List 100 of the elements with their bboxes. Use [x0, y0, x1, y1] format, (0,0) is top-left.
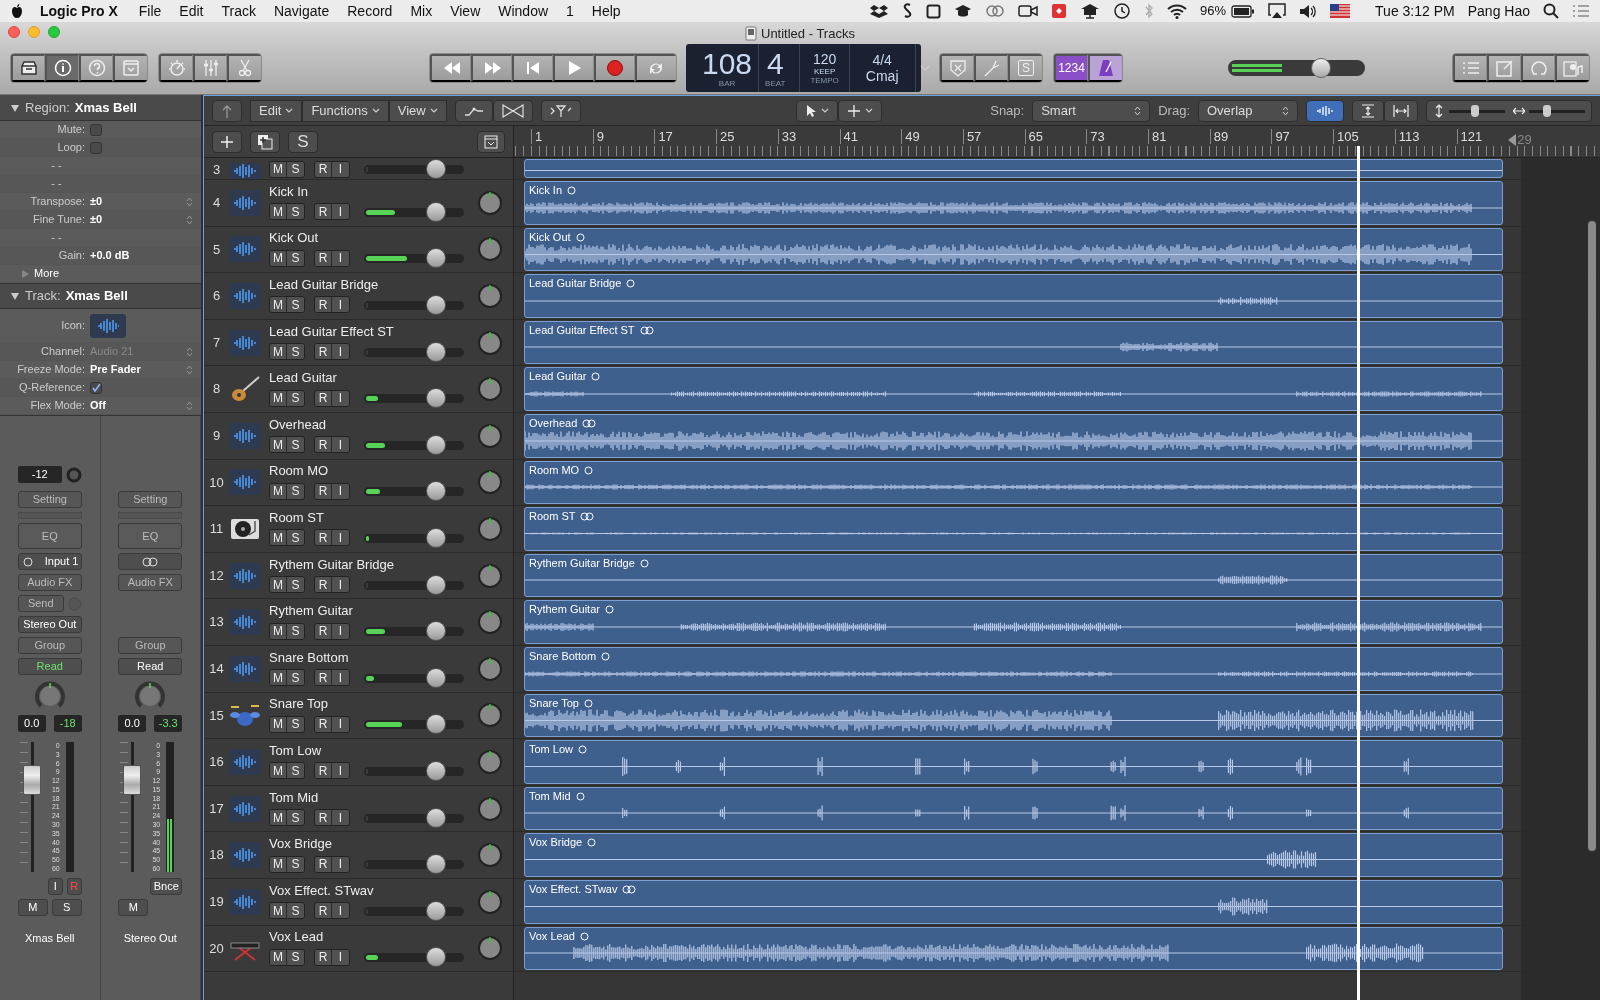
volume-fader[interactable] — [364, 341, 464, 362]
audio-region[interactable]: Overhead — [524, 413, 1503, 458]
fader-thumb[interactable] — [426, 854, 446, 875]
record-enable-button[interactable]: R — [315, 903, 332, 919]
checkbox[interactable] — [90, 123, 102, 136]
checkbox[interactable] — [90, 141, 102, 154]
go-to-start-button[interactable] — [512, 54, 553, 82]
wifi-icon[interactable] — [1167, 3, 1188, 19]
fader-thumb[interactable] — [426, 900, 446, 921]
mute-button[interactable]: M — [270, 344, 287, 360]
solo-button[interactable]: S — [288, 130, 318, 153]
solo-button[interactable]: S — [287, 670, 304, 686]
input-monitor-button[interactable]: I — [332, 903, 349, 919]
input-button[interactable] — [118, 553, 183, 570]
audio-fx-button[interactable]: Audio FX — [17, 574, 82, 591]
pan-knob[interactable] — [477, 842, 503, 869]
input-monitor-button[interactable]: I — [332, 623, 349, 639]
solo-button[interactable]: S — [287, 763, 304, 779]
record-enable-button[interactable]: R — [315, 390, 332, 406]
menu-item[interactable]: Record — [338, 0, 402, 22]
audio-region[interactable]: Tom Low — [524, 740, 1503, 784]
track-name[interactable]: Room ST — [269, 509, 477, 525]
input-monitor-button[interactable]: I — [332, 250, 349, 266]
pan-knob[interactable] — [477, 748, 503, 775]
track-name[interactable]: Lead Guitar Bridge — [269, 277, 477, 292]
input-gain-field[interactable]: -12 — [17, 466, 62, 483]
solo-button[interactable]: S — [287, 344, 304, 360]
close-button[interactable] — [8, 26, 20, 38]
playhead[interactable] — [1356, 146, 1360, 1000]
note-pads-button[interactable] — [1487, 54, 1521, 82]
solo-button[interactable]: S — [287, 903, 304, 919]
audio-region[interactable]: Kick Out — [524, 227, 1503, 272]
input-monitor-button[interactable]: I — [332, 390, 349, 406]
send-button[interactable]: Send — [17, 595, 64, 612]
mute-button[interactable]: M — [270, 949, 287, 965]
fader-cap[interactable] — [123, 764, 142, 795]
audio-region[interactable]: Vox Lead — [524, 926, 1503, 971]
replace-button[interactable] — [940, 54, 974, 82]
mute-button[interactable]: M — [270, 483, 287, 499]
setting-button[interactable]: Setting — [17, 491, 82, 508]
eq-button[interactable]: EQ — [118, 523, 183, 549]
menu-item[interactable]: Mix — [401, 0, 442, 22]
volume-fader[interactable] — [364, 434, 464, 455]
tuner-button[interactable] — [974, 54, 1008, 82]
quick-help-button[interactable] — [79, 54, 113, 82]
volume-fader[interactable] — [364, 574, 464, 595]
mute-button[interactable]: M — [270, 763, 287, 779]
audio-region[interactable]: Lead Guitar Bridge — [524, 274, 1503, 318]
video-camera-icon[interactable] — [1018, 4, 1039, 18]
pencil-tool-button[interactable] — [838, 99, 883, 122]
volume-fader[interactable] — [364, 388, 464, 409]
track-name[interactable]: Lead Guitar Effect ST — [269, 323, 477, 339]
catch-button[interactable] — [540, 99, 581, 122]
track-name[interactable]: Kick In — [269, 183, 477, 199]
disclosure-triangle-icon[interactable] — [10, 291, 20, 301]
track-name[interactable]: Lead Guitar — [269, 370, 477, 386]
input-button[interactable]: Input 1 — [17, 553, 82, 570]
solo-button[interactable]: S — [287, 161, 304, 177]
record-button[interactable] — [594, 54, 635, 82]
automation-button[interactable] — [454, 99, 493, 122]
input-monitor-button[interactable]: I — [332, 297, 349, 313]
solo-button[interactable]: S — [287, 530, 304, 546]
fader-thumb[interactable] — [426, 248, 446, 269]
browsers-button[interactable] — [1555, 54, 1589, 82]
input-monitor-button[interactable]: I — [332, 856, 349, 872]
mute-button[interactable]: M — [270, 856, 287, 872]
metronome-button[interactable] — [1088, 54, 1122, 82]
input-monitor-button[interactable]: I — [332, 483, 349, 499]
menu-item[interactable]: Help — [582, 0, 630, 22]
mute-button[interactable]: M — [270, 250, 287, 266]
fader-thumb[interactable] — [426, 574, 446, 595]
audio-region[interactable]: Snare Bottom — [524, 646, 1503, 691]
fader-thumb[interactable] — [426, 481, 446, 502]
volume-fader[interactable] — [364, 854, 464, 875]
pan-knob[interactable] — [477, 795, 503, 822]
mute-button[interactable]: M — [270, 437, 287, 453]
group-button[interactable]: Group — [118, 637, 183, 654]
flex-button[interactable] — [492, 99, 533, 122]
fader-thumb[interactable] — [426, 760, 446, 781]
record-enable-button[interactable]: R — [315, 161, 332, 177]
track-name[interactable]: Vox Effect. STwav — [269, 882, 477, 898]
mute-button[interactable]: M — [270, 390, 287, 406]
track-name[interactable]: Rythem Guitar — [269, 603, 477, 619]
track-name[interactable]: Snare Top — [269, 696, 477, 712]
user-name[interactable]: Pang Hao — [1467, 0, 1530, 22]
mute-button[interactable]: M — [270, 810, 287, 825]
snap-select[interactable]: Smart — [1032, 99, 1151, 122]
volume-fader[interactable] — [364, 248, 464, 269]
fader-thumb[interactable] — [426, 714, 446, 735]
fader-thumb[interactable] — [426, 621, 446, 642]
volume-fader[interactable] — [364, 714, 464, 735]
solo-button[interactable]: S — [287, 577, 304, 593]
audio-region[interactable]: Vox Bridge — [524, 833, 1503, 877]
pan-knob[interactable] — [477, 609, 503, 636]
menu-clock[interactable]: Tue 3:12 PM — [1375, 0, 1455, 22]
track-name[interactable]: Snare Bottom — [269, 649, 477, 665]
eq-button[interactable]: EQ — [17, 523, 82, 549]
menu-item[interactable]: Track — [212, 0, 265, 22]
volume-fader[interactable] — [364, 667, 464, 688]
scrollbar-thumb[interactable] — [1588, 221, 1596, 851]
